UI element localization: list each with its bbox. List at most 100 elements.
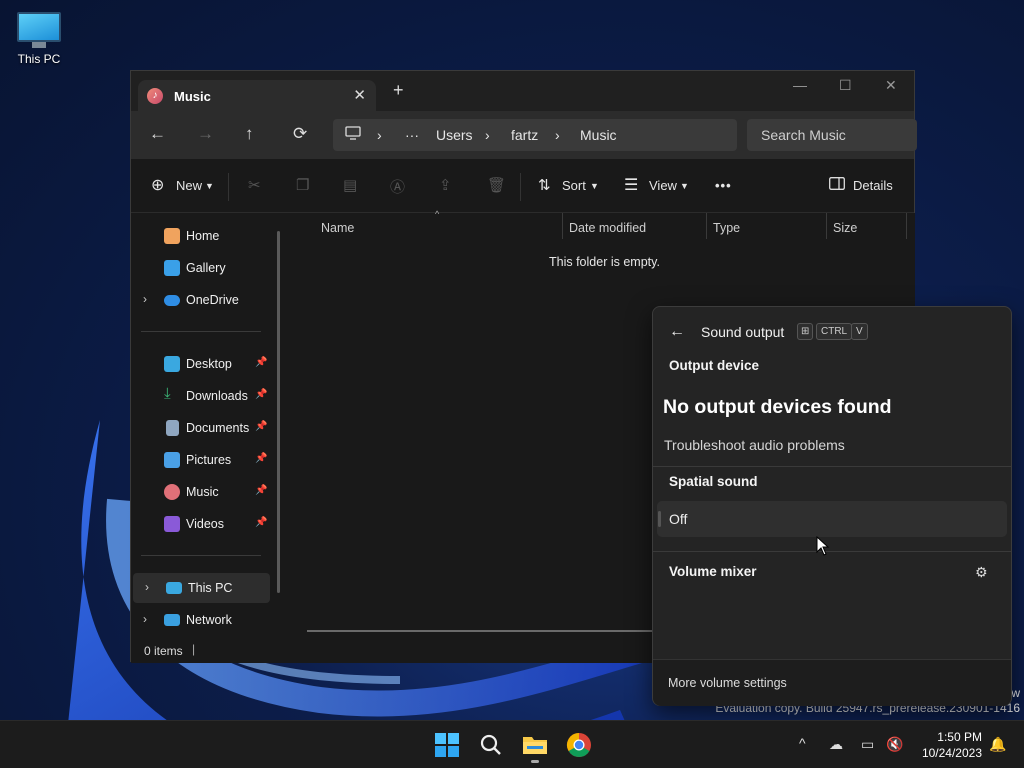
sort-ascending-icon: ^ bbox=[435, 209, 440, 219]
share-icon[interactable]: ⇪ bbox=[439, 176, 452, 194]
music-icon: ♪ bbox=[147, 88, 163, 104]
downloads-icon: ⤓ bbox=[164, 385, 171, 402]
pin-icon: 📌 bbox=[255, 485, 268, 496]
details-button[interactable]: Details bbox=[853, 178, 893, 193]
this-pc-icon bbox=[166, 582, 182, 594]
view-button[interactable]: View bbox=[649, 178, 677, 193]
start-button[interactable] bbox=[431, 729, 463, 761]
sound-output-flyout: ← Sound output ⊞ CTRL V Output device No… bbox=[652, 306, 1012, 706]
clock[interactable]: 1:50 PM 10/24/2023 bbox=[912, 729, 982, 761]
column-header-size[interactable]: Size bbox=[833, 221, 857, 235]
divider bbox=[653, 551, 1011, 552]
column-header-date[interactable]: Date modified bbox=[569, 221, 646, 235]
rename-icon[interactable]: Ⓐ bbox=[390, 176, 405, 197]
sidebar-item-home[interactable]: Home bbox=[131, 221, 271, 251]
more-volume-settings-link[interactable]: More volume settings bbox=[668, 676, 787, 690]
breadcrumb[interactable]: › ··· Users › fartz › Music bbox=[333, 119, 737, 151]
sidebar-item-downloads[interactable]: ⤓ Downloads 📌 bbox=[131, 381, 271, 411]
notification-bell-icon[interactable]: 🔔 bbox=[989, 736, 1006, 753]
new-tab-button[interactable]: + bbox=[393, 81, 404, 99]
sidebar-item-music[interactable]: Music 📌 bbox=[131, 477, 271, 507]
troubleshoot-link[interactable]: Troubleshoot audio problems bbox=[664, 437, 845, 453]
back-button[interactable]: ← bbox=[149, 125, 166, 143]
sidebar-item-videos[interactable]: Videos 📌 bbox=[131, 509, 271, 539]
chevron-right-icon[interactable]: › bbox=[145, 580, 149, 594]
back-button[interactable]: ← bbox=[669, 323, 685, 341]
breadcrumb-users[interactable]: Users bbox=[436, 127, 473, 143]
clock-time: 1:50 PM bbox=[937, 730, 982, 744]
onedrive-offline-icon[interactable]: ☁ bbox=[829, 736, 843, 753]
pin-icon: 📌 bbox=[255, 517, 268, 528]
desktop-icon-this-pc[interactable]: This PC bbox=[10, 8, 68, 66]
close-window-icon[interactable]: ✕ bbox=[885, 77, 897, 94]
sidebar-item-pictures[interactable]: Pictures 📌 bbox=[131, 445, 271, 475]
search-button[interactable] bbox=[475, 729, 507, 761]
shortcut-key: V bbox=[851, 323, 868, 340]
chevron-right-icon[interactable]: › bbox=[143, 292, 147, 306]
sidebar-item-label: Videos bbox=[186, 517, 224, 531]
gear-icon[interactable]: ⚙ bbox=[975, 564, 988, 581]
paste-icon[interactable]: ▤ bbox=[343, 176, 357, 194]
windows-logo-icon bbox=[435, 733, 459, 757]
column-divider[interactable] bbox=[906, 213, 907, 239]
close-tab-icon[interactable]: ✕ bbox=[353, 86, 366, 104]
sidebar-item-documents[interactable]: Documents 📌 bbox=[131, 413, 271, 443]
pictures-icon bbox=[164, 452, 180, 468]
breadcrumb-separator: › bbox=[377, 127, 382, 143]
sidebar-item-this-pc[interactable]: › This PC bbox=[133, 573, 270, 603]
delete-icon[interactable]: 🗑 bbox=[487, 176, 506, 194]
search-icon bbox=[480, 734, 501, 755]
cut-icon[interactable]: ✂ bbox=[248, 176, 261, 194]
sidebar-item-onedrive[interactable]: › OneDrive bbox=[131, 285, 271, 315]
mouse-cursor-icon bbox=[816, 536, 830, 556]
column-header-type[interactable]: Type bbox=[713, 221, 740, 235]
windows-key-icon: ⊞ bbox=[797, 323, 814, 340]
sort-icon: ⇅ bbox=[538, 177, 551, 194]
refresh-button[interactable]: ⟳ bbox=[293, 125, 307, 143]
pin-icon: 📌 bbox=[255, 453, 268, 464]
running-indicator bbox=[531, 760, 539, 763]
breadcrumb-fartz[interactable]: fartz bbox=[511, 127, 538, 143]
column-divider[interactable] bbox=[826, 213, 827, 239]
column-header-name[interactable]: Name bbox=[321, 221, 354, 235]
sidebar-item-label: Desktop bbox=[186, 357, 232, 371]
breadcrumb-music[interactable]: Music bbox=[580, 127, 617, 143]
sidebar-item-label: This PC bbox=[188, 581, 233, 595]
copy-icon[interactable]: ❐ bbox=[296, 176, 309, 194]
sidebar-item-network[interactable]: › Network bbox=[131, 605, 271, 635]
chevron-right-icon[interactable]: › bbox=[143, 612, 147, 626]
spatial-sound-value: Off bbox=[669, 511, 688, 527]
sidebar-item-label: Documents bbox=[186, 421, 250, 435]
breadcrumb-separator: › bbox=[485, 127, 490, 143]
column-divider[interactable] bbox=[562, 213, 563, 239]
videos-icon bbox=[164, 516, 180, 532]
sidebar-scrollbar[interactable] bbox=[277, 231, 280, 593]
network-icon[interactable]: ▭ bbox=[861, 736, 874, 753]
file-explorer-taskbar-button[interactable] bbox=[519, 729, 551, 763]
minimize-icon[interactable]: — bbox=[793, 77, 807, 93]
sidebar-item-label: Gallery bbox=[186, 261, 226, 275]
column-divider[interactable] bbox=[706, 213, 707, 239]
new-button[interactable]: New bbox=[176, 178, 202, 193]
maximize-icon[interactable]: ☐ bbox=[839, 77, 852, 94]
sidebar-item-gallery[interactable]: Gallery bbox=[131, 253, 271, 283]
speaker-muted-icon[interactable]: 🔇 bbox=[886, 736, 903, 753]
more-options-button[interactable]: ••• bbox=[715, 178, 732, 193]
taskbar: ^ ☁ ▭ 🔇 1:50 PM 10/24/2023 🔔 bbox=[0, 720, 1024, 768]
breadcrumb-more[interactable]: ··· bbox=[405, 127, 419, 143]
gallery-icon bbox=[164, 260, 180, 276]
horizontal-scrollbar[interactable] bbox=[307, 630, 657, 632]
forward-button[interactable]: → bbox=[197, 125, 214, 143]
sort-button[interactable]: Sort bbox=[562, 178, 586, 193]
up-button[interactable]: ↑ bbox=[245, 125, 254, 143]
onedrive-icon bbox=[164, 295, 180, 306]
tab-music[interactable]: ♪ Music ✕ bbox=[138, 80, 376, 111]
search-input[interactable]: Search Music bbox=[747, 119, 917, 151]
documents-icon bbox=[166, 420, 179, 436]
spatial-sound-option-off[interactable]: Off bbox=[657, 501, 1007, 537]
chrome-taskbar-button[interactable] bbox=[563, 729, 595, 761]
selection-indicator bbox=[658, 511, 661, 527]
sidebar-item-desktop[interactable]: Desktop 📌 bbox=[131, 349, 271, 379]
chevron-up-icon[interactable]: ^ bbox=[799, 735, 806, 751]
command-bar: ⊕ New ▼ ✂ ❐ ▤ Ⓐ ⇪ 🗑 ⇅ Sort ▼ ☰ View ▼ ••… bbox=[131, 159, 914, 213]
